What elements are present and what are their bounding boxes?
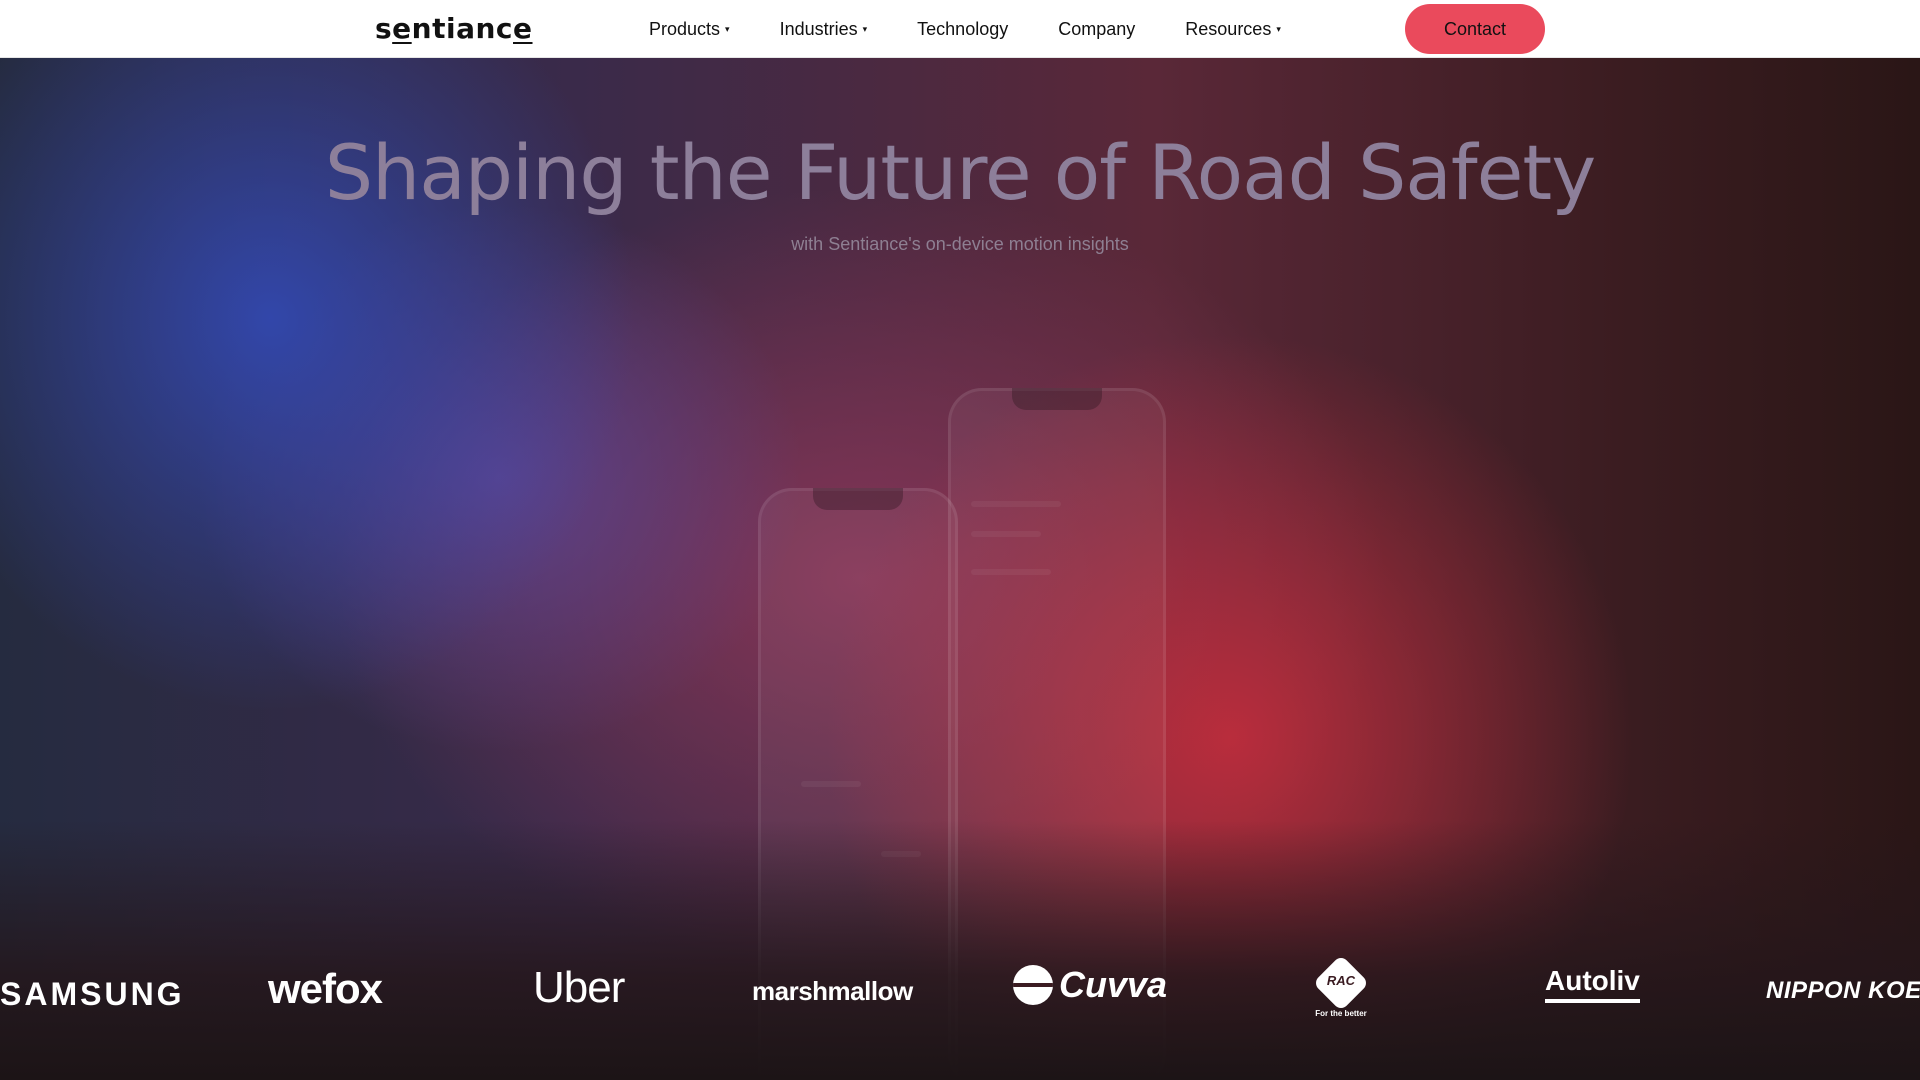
contact-button[interactable]: Contact <box>1405 4 1545 54</box>
phone-ui-line <box>801 781 861 787</box>
cuvva-mark-icon <box>1013 965 1053 1005</box>
nav-item-label: Products <box>649 18 721 39</box>
nav-item-resources[interactable]: Resources ▾ <box>1185 19 1281 40</box>
hero-section: Shaping the Future of Road Safety with S… <box>0 58 1920 1080</box>
nav-item-products[interactable]: Products ▾ <box>649 19 730 40</box>
partner-logo-strip: SAMSUNG wefox Uber marshmallow Cuvva RAC… <box>0 954 1920 1035</box>
autoliv-logo: Autoliv <box>1545 965 1640 1003</box>
nav-item-industries[interactable]: Industries ▾ <box>780 19 868 40</box>
rac-tagline: For the better <box>1315 1009 1367 1018</box>
rac-wordmark: RAC <box>1326 973 1356 988</box>
phone-ui-line <box>971 569 1051 575</box>
nav-item-label: Industries <box>779 18 858 39</box>
top-navigation: sentiance Products ▾ Industries ▾ Techno… <box>0 0 1920 58</box>
chevron-down-icon: ▾ <box>862 24 868 34</box>
cuvva-wordmark: Cuvva <box>1059 964 1168 1005</box>
cuvva-logo: Cuvva <box>1013 964 1167 1006</box>
phone-notch <box>813 488 903 510</box>
rac-logo: RAC For the better <box>1312 954 1370 1018</box>
chevron-down-icon: ▾ <box>1276 24 1281 34</box>
hero-title: Shaping the Future of Road Safety <box>324 128 1596 217</box>
nav-item-technology[interactable]: Technology <box>917 19 1008 40</box>
samsung-logo: SAMSUNG <box>0 976 185 1012</box>
marshmallow-logo: marshmallow <box>752 976 913 1006</box>
phone-notch <box>1012 388 1102 410</box>
sentiance-logo[interactable]: sentiance <box>375 12 533 45</box>
phone-ui-line <box>971 501 1061 507</box>
nippon-koei-logo: NIPPON KOEI <box>1766 977 1920 1004</box>
nav-item-company[interactable]: Company <box>1058 19 1135 40</box>
phone-ui-line <box>971 531 1041 537</box>
nav-item-label: Company <box>1058 18 1136 39</box>
chevron-down-icon: ▾ <box>725 24 730 34</box>
hero-bottom-fade <box>0 820 1920 1080</box>
hero-subtitle: with Sentiance's on-device motion insigh… <box>791 234 1129 254</box>
wefox-logo: wefox <box>268 965 383 1012</box>
nav-links: Products ▾ Industries ▾ Technology Compa… <box>649 0 1331 58</box>
uber-logo: Uber <box>533 963 625 1012</box>
nav-item-label: Resources <box>1185 18 1272 39</box>
nav-item-label: Technology <box>917 18 1009 39</box>
